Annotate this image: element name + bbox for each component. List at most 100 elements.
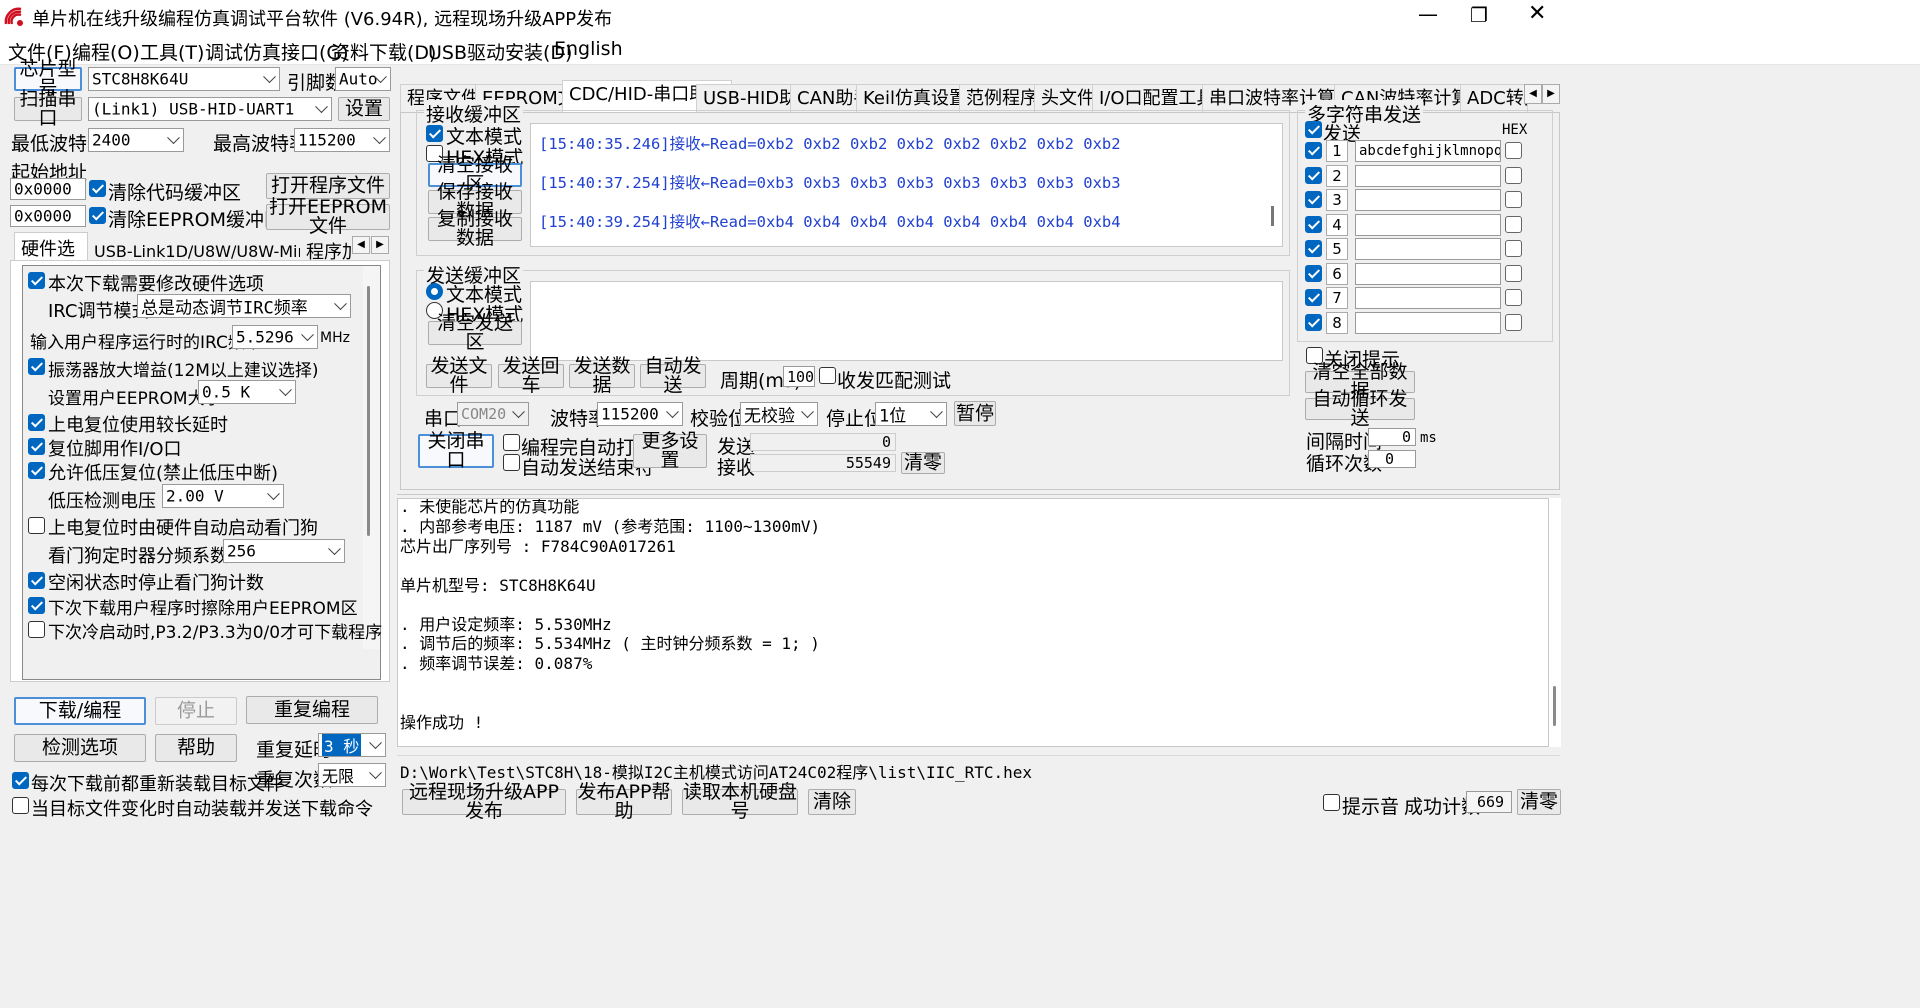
menu-debug[interactable]: 调试仿真接口(G) [205,38,349,65]
period-input[interactable]: 100 [783,366,815,387]
port-select[interactable]: (Link1) USB-HID-UART1 [88,97,332,121]
multi-row-checkbox[interactable] [1305,215,1322,233]
tabs-scroll-left-icon[interactable]: ◀ [1524,84,1542,104]
multi-row-send-button[interactable]: 1 [1326,140,1348,162]
cold-boot-checkbox[interactable] [28,621,45,638]
chip-model-select[interactable]: STC8H8K64U [88,67,280,91]
tab-scroll-right-icon[interactable]: ▶ [371,236,389,254]
auto-send-button[interactable]: 自动发送 [640,357,706,395]
multi-row-checkbox[interactable] [1305,313,1322,331]
publish-app-button[interactable]: 远程现场升级APP发布 [402,783,566,821]
serial-port-select[interactable]: COM20 [457,402,529,426]
multi-row-input[interactable] [1355,213,1501,236]
menu-english[interactable]: English [554,38,623,60]
multi-row-hex-checkbox[interactable] [1505,191,1522,208]
auto-open-checkbox[interactable] [503,434,520,451]
multi-row-input[interactable] [1355,189,1501,211]
close-port-button[interactable]: 关闭串口 [418,432,494,470]
multi-row-send-button[interactable]: 6 [1326,262,1348,285]
tab-examples[interactable]: 范例程序 [959,84,1045,112]
stop-button[interactable]: 停止 [155,697,237,725]
check-options-button[interactable]: 检测选项 [14,734,146,762]
read-disk-id-button[interactable]: 读取本机硬盘号 [682,783,798,821]
multi-row-input[interactable] [1355,287,1501,309]
pause-button[interactable]: 暂停 [954,401,996,426]
reprogram-button[interactable]: 重复编程 [246,696,378,724]
repeat-count-select[interactable]: 无限 [318,763,386,787]
irc-freq-select[interactable]: 5.5296 [232,325,318,349]
menu-usb-driver[interactable]: USB驱动安装(D) [428,38,572,65]
multi-row-send-button[interactable]: 4 [1326,213,1348,236]
multi-row-send-button[interactable]: 7 [1326,287,1348,309]
send-file-button[interactable]: 发送文件 [426,357,492,395]
auto-send-download-checkbox[interactable] [12,797,29,814]
open-eeprom-button[interactable]: 打开EEPROM文件 [266,198,390,236]
multi-row-send-button[interactable]: 5 [1326,238,1348,260]
tab-keil-sim[interactable]: Keil仿真设置 [856,84,974,112]
send-cr-button[interactable]: 发送回车 [498,357,564,395]
interval-input[interactable]: 0 [1368,428,1416,446]
scan-port-button[interactable]: 扫描串口 [14,90,82,128]
eeprom-addr-input[interactable]: 0x0000 [10,205,86,227]
idle-wdt-checkbox[interactable] [28,572,45,589]
irc-mode-select[interactable]: 总是动态调节IRC频率 [137,294,351,318]
multi-row-input[interactable] [1355,262,1501,285]
match-test-checkbox[interactable] [819,367,836,384]
multi-row-input[interactable]: abcdefghijklmnopqrs [1355,140,1501,162]
reload-checkbox[interactable] [12,772,29,789]
settings-button[interactable]: 设置 [338,97,390,121]
multi-row-hex-checkbox[interactable] [1505,166,1522,184]
multi-row-checkbox[interactable] [1305,166,1322,184]
loop-count-input[interactable]: 0 [1368,450,1416,468]
erase-eeprom-checkbox[interactable] [28,597,45,614]
multi-row-checkbox[interactable] [1305,264,1322,282]
maximize-icon[interactable]: ❐ [1470,3,1488,27]
beep-checkbox[interactable] [1323,794,1340,811]
tab-program-encrypt[interactable]: 程序加 [302,236,352,260]
multi-send-all-checkbox[interactable] [1305,121,1322,138]
close-icon[interactable]: ✕ [1528,1,1546,26]
reset-io-checkbox[interactable] [28,438,45,455]
clear-eeprom-checkbox[interactable] [89,207,106,224]
multi-row-input[interactable] [1355,164,1501,187]
lvr-checkbox[interactable] [28,462,45,479]
help-button[interactable]: 帮助 [155,734,237,762]
por-delay-checkbox[interactable] [28,414,45,431]
multi-row-hex-checkbox[interactable] [1505,313,1522,331]
rx-data-area[interactable]: [15:40:35.246]接收←Read=0xb2 0xb2 0xb2 0xb… [530,123,1283,247]
clear-counts-button[interactable]: 清零 [901,452,945,474]
wdt-div-select[interactable]: 256 [223,539,345,563]
multi-row-checkbox[interactable] [1305,142,1322,159]
start-addr-input[interactable]: 0x0000 [10,178,86,200]
menu-download[interactable]: 资料下载(D) [331,38,436,65]
multi-row-checkbox[interactable] [1305,240,1322,257]
multi-row-send-button[interactable]: 3 [1326,189,1348,211]
auto-send-end-checkbox[interactable] [503,454,520,471]
repeat-delay-select[interactable]: 3 秒 [318,733,386,757]
menu-program[interactable]: 编程(O) [72,38,140,65]
hw-options-scrollbar[interactable] [363,266,380,649]
modify-hw-checkbox[interactable] [28,272,45,289]
rx-text-mode-checkbox[interactable] [426,125,443,142]
clear-code-checkbox[interactable] [89,180,106,197]
multi-row-checkbox[interactable] [1305,191,1322,208]
wdt-auto-checkbox[interactable] [28,517,45,534]
publish-help-button[interactable]: 发布APP帮助 [576,783,672,821]
multi-row-checkbox[interactable] [1305,289,1322,306]
pin-count-select[interactable]: Auto [335,67,391,91]
multi-row-input[interactable] [1355,311,1501,334]
download-program-button[interactable]: 下载/编程 [14,697,146,725]
menu-tools[interactable]: 工具(T) [140,38,204,65]
tabs-scroll-right-icon[interactable]: ▶ [1542,84,1560,104]
tx-text-mode-radio[interactable] [426,283,443,300]
more-settings-button[interactable]: 更多设置 [633,432,707,470]
multi-row-hex-checkbox[interactable] [1505,289,1522,306]
multi-row-hex-checkbox[interactable] [1505,215,1522,233]
max-baud-select[interactable]: 115200 [294,128,390,152]
rx-scroll-thumb[interactable] [1271,206,1274,226]
parity-select[interactable]: 无校验 [740,402,818,426]
multi-row-hex-checkbox[interactable] [1505,240,1522,257]
tab-scroll-left-icon[interactable]: ◀ [352,236,370,254]
multi-row-send-button[interactable]: 8 [1326,311,1348,334]
min-baud-select[interactable]: 2400 [88,128,184,152]
